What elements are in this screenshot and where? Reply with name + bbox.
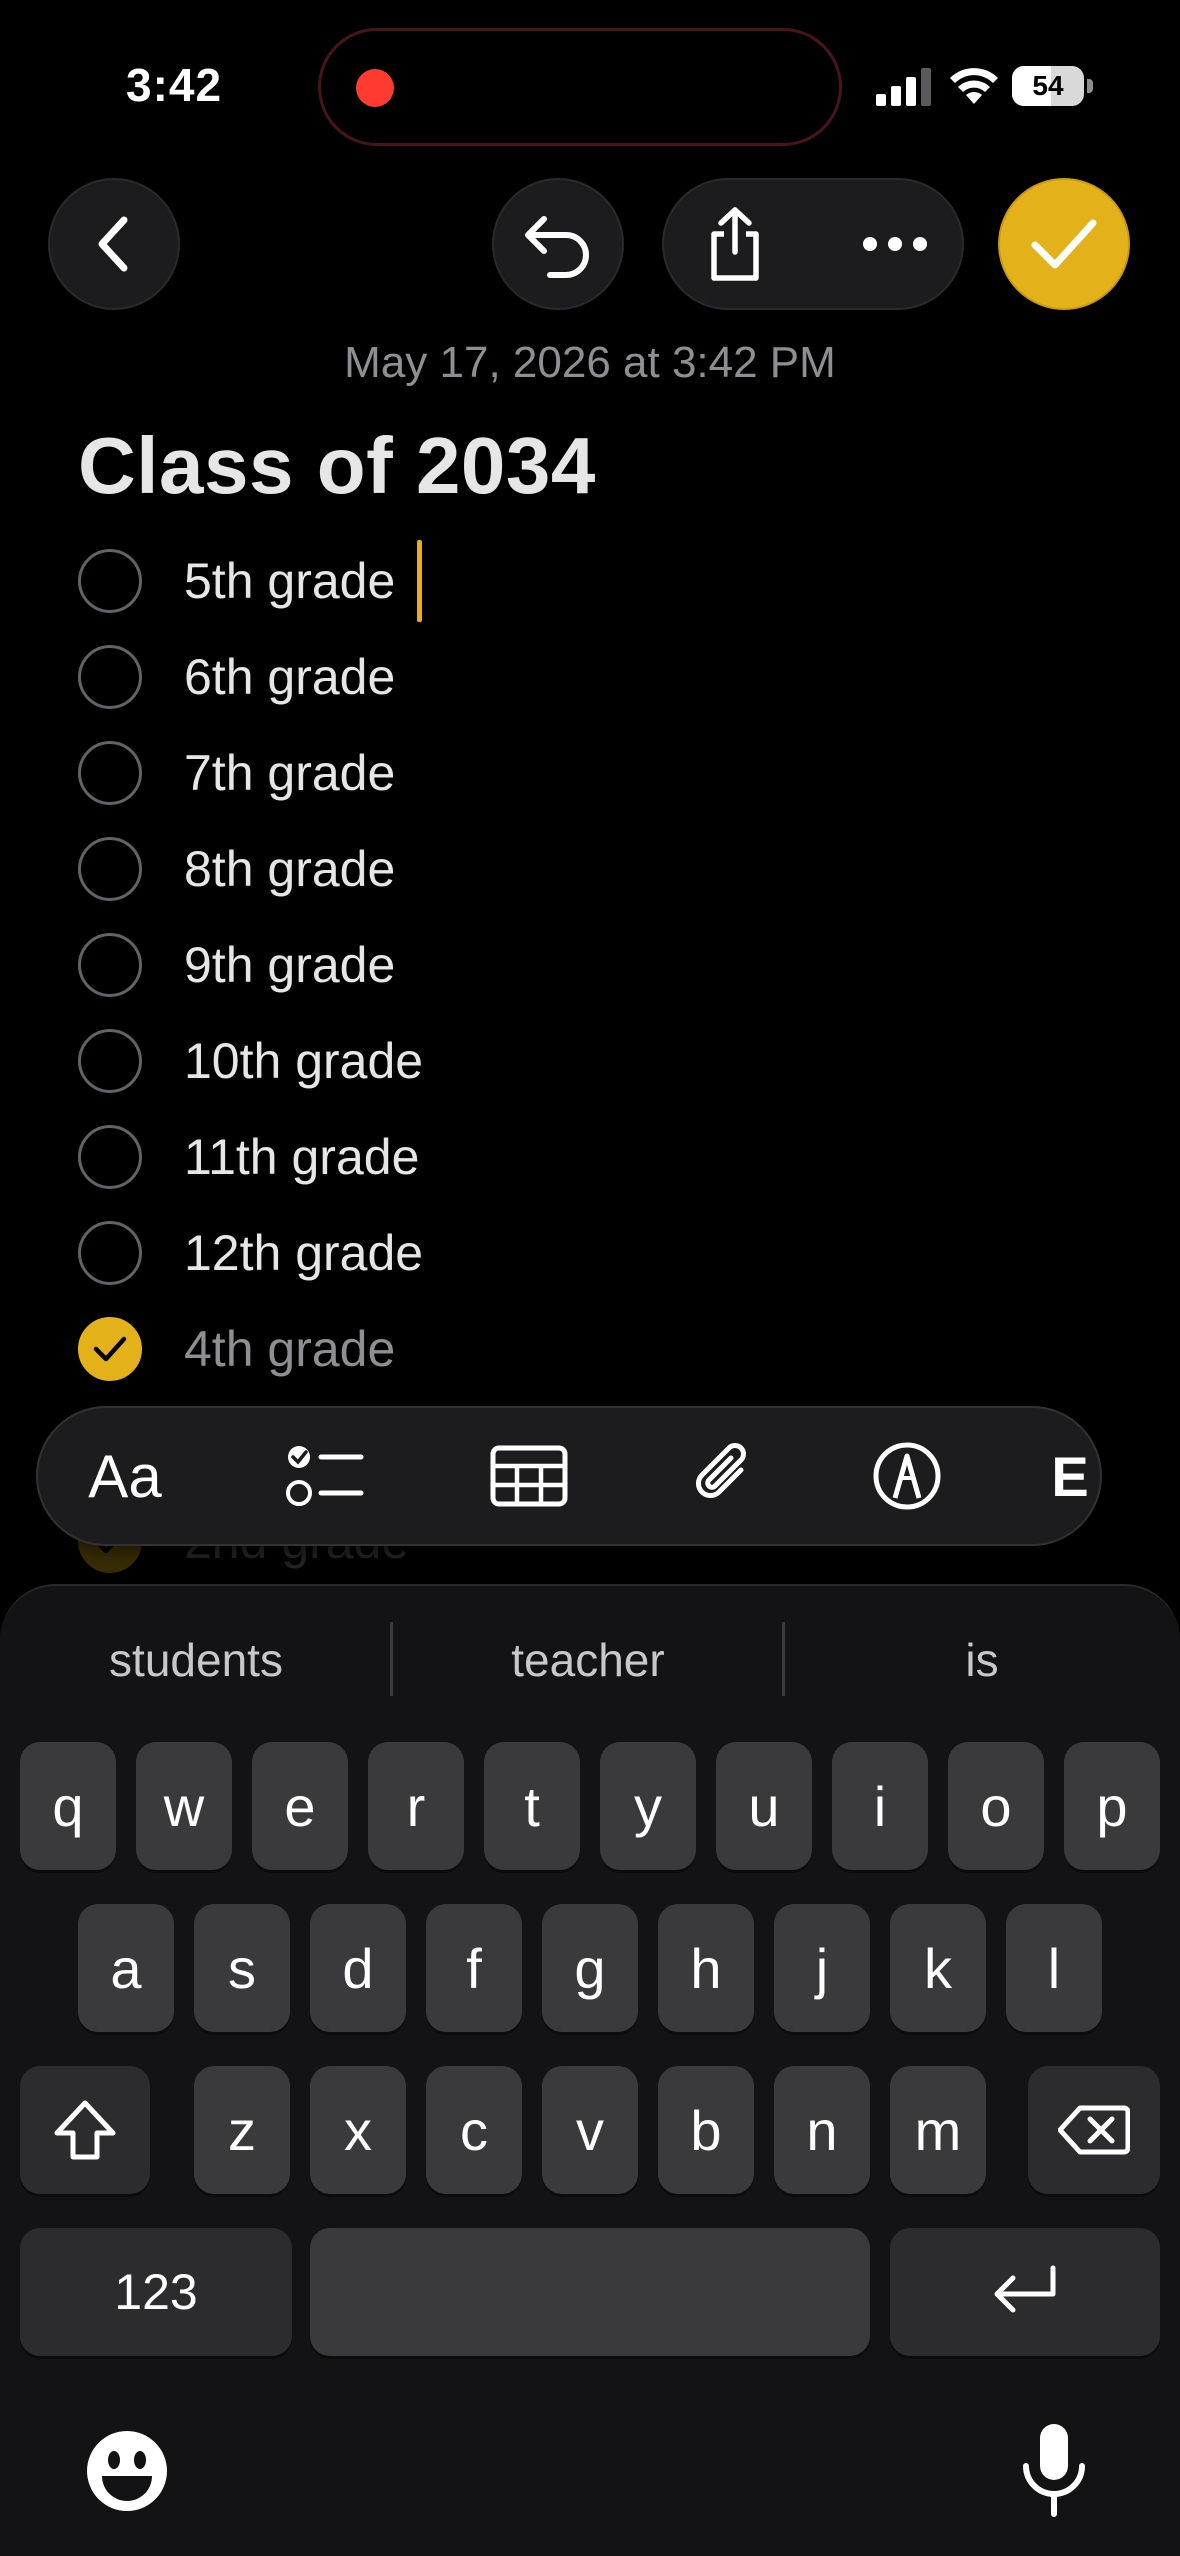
checklist-item[interactable]: 10th grade — [78, 1021, 978, 1101]
dictation-button[interactable] — [1014, 2420, 1094, 2520]
checklist-item-label: 6th grade — [184, 649, 396, 705]
checkbox-unchecked[interactable] — [78, 1029, 142, 1093]
key-x[interactable]: x — [310, 2066, 406, 2194]
key-h[interactable]: h — [658, 1904, 754, 2032]
checklist-item-label: 9th grade — [184, 937, 396, 993]
table-button[interactable] — [474, 1406, 584, 1546]
shift-icon — [54, 2100, 116, 2160]
key-s[interactable]: s — [194, 1904, 290, 2032]
key-m[interactable]: m — [890, 2066, 986, 2194]
key-l[interactable]: l — [1006, 1904, 1102, 2032]
note-title[interactable]: Class of 2034 — [78, 420, 596, 512]
suggestion-2[interactable]: teacher — [392, 1620, 784, 1700]
more-format-options-icon[interactable]: E — [1050, 1406, 1090, 1546]
key-v[interactable]: v — [542, 2066, 638, 2194]
checklist-item-label: 10th grade — [184, 1033, 424, 1089]
share-icon — [711, 207, 759, 281]
checklist-button[interactable] — [270, 1406, 380, 1546]
attachment-button[interactable] — [670, 1406, 780, 1546]
checklist-item[interactable]: 11th grade — [78, 1117, 978, 1197]
key-k[interactable]: k — [890, 1904, 986, 2032]
checkbox-unchecked[interactable] — [78, 1221, 142, 1285]
microphone-icon — [1023, 2424, 1085, 2517]
checkbox-unchecked[interactable] — [78, 645, 142, 709]
back-button[interactable] — [48, 178, 180, 310]
markup-pen-icon — [873, 1442, 941, 1510]
key-y[interactable]: y — [600, 1742, 696, 1870]
checklist-item[interactable]: 6th grade — [78, 637, 978, 717]
markup-button[interactable] — [852, 1406, 962, 1546]
shift-key[interactable] — [20, 2066, 150, 2194]
checkbox-unchecked[interactable] — [78, 741, 142, 805]
key-q[interactable]: q — [20, 1742, 116, 1870]
dynamic-island — [318, 28, 842, 146]
key-r[interactable]: r — [368, 1742, 464, 1870]
key-t[interactable]: t — [484, 1742, 580, 1870]
checklist-item-label: 11th grade — [184, 1129, 420, 1185]
emoji-icon — [87, 2431, 167, 2511]
key-w[interactable]: w — [136, 1742, 232, 1870]
text-style-button[interactable]: Aa — [70, 1406, 180, 1546]
checklist-item[interactable]: 8th grade — [78, 829, 978, 909]
delete-icon — [1058, 2105, 1130, 2155]
checklist-item[interactable]: 12th grade — [78, 1213, 978, 1293]
key-j[interactable]: j — [774, 1904, 870, 2032]
checkbox-checked[interactable] — [78, 1317, 142, 1381]
checklist-item-label: 5th grade — [184, 553, 396, 609]
paperclip-icon — [696, 1443, 746, 1498]
checklist-item-label: 7th grade — [184, 745, 396, 801]
key-b[interactable]: b — [658, 2066, 754, 2194]
checklist-item[interactable]: 5th grade — [78, 541, 978, 621]
checkbox-unchecked[interactable] — [78, 837, 142, 901]
share-button[interactable] — [680, 186, 790, 302]
key-i[interactable]: i — [832, 1742, 928, 1870]
space-key[interactable] — [310, 2228, 870, 2356]
key-e[interactable]: e — [252, 1742, 348, 1870]
key-z[interactable]: z — [194, 2066, 290, 2194]
delete-key[interactable] — [1028, 2066, 1160, 2194]
recording-indicator-icon — [356, 69, 394, 107]
done-button[interactable] — [998, 178, 1130, 310]
checklist-item-label: 12th grade — [184, 1225, 424, 1281]
emoji-button[interactable] — [84, 2428, 170, 2514]
checkmark-icon — [1031, 219, 1097, 269]
return-icon — [994, 2265, 1056, 2313]
checklist-item[interactable]: 7th grade — [78, 733, 978, 813]
key-o[interactable]: o — [948, 1742, 1044, 1870]
undo-button[interactable] — [492, 178, 624, 310]
undo-icon — [525, 216, 589, 278]
key-u[interactable]: u — [716, 1742, 812, 1870]
numbers-key[interactable]: 123 — [20, 2228, 292, 2356]
checkbox-unchecked[interactable] — [78, 1125, 142, 1189]
battery-indicator: 54 — [1012, 66, 1094, 106]
battery-percent: 54 — [1032, 70, 1064, 101]
key-p[interactable]: p — [1064, 1742, 1160, 1870]
table-icon — [490, 1445, 568, 1507]
note-date: May 17, 2026 at 3:42 PM — [344, 338, 836, 387]
more-button[interactable] — [840, 186, 950, 302]
more-icon — [863, 237, 927, 251]
key-g[interactable]: g — [542, 1904, 638, 2032]
back-chevron-icon — [98, 216, 128, 272]
checkbox-unchecked[interactable] — [78, 549, 142, 613]
suggestion-3[interactable]: is — [784, 1620, 1180, 1700]
cellular-signal-icon — [876, 68, 931, 106]
checklist-icon — [286, 1446, 364, 1506]
checklist-item[interactable]: 9th grade — [78, 925, 978, 1005]
return-key[interactable] — [890, 2228, 1160, 2356]
wifi-icon — [950, 68, 998, 104]
checkmark-icon — [93, 1336, 127, 1362]
key-n[interactable]: n — [774, 2066, 870, 2194]
text-cursor — [417, 540, 422, 622]
status-time: 3:42 — [126, 59, 223, 111]
checkbox-unchecked[interactable] — [78, 933, 142, 997]
key-d[interactable]: d — [310, 1904, 406, 2032]
key-c[interactable]: c — [426, 2066, 522, 2194]
checklist-item[interactable]: 4th grade — [78, 1309, 978, 1389]
checklist-item-label: 4th grade — [184, 1321, 396, 1377]
checklist-item-label: 8th grade — [184, 841, 396, 897]
suggestion-1[interactable]: students — [0, 1620, 392, 1700]
key-a[interactable]: a — [78, 1904, 174, 2032]
key-f[interactable]: f — [426, 1904, 522, 2032]
